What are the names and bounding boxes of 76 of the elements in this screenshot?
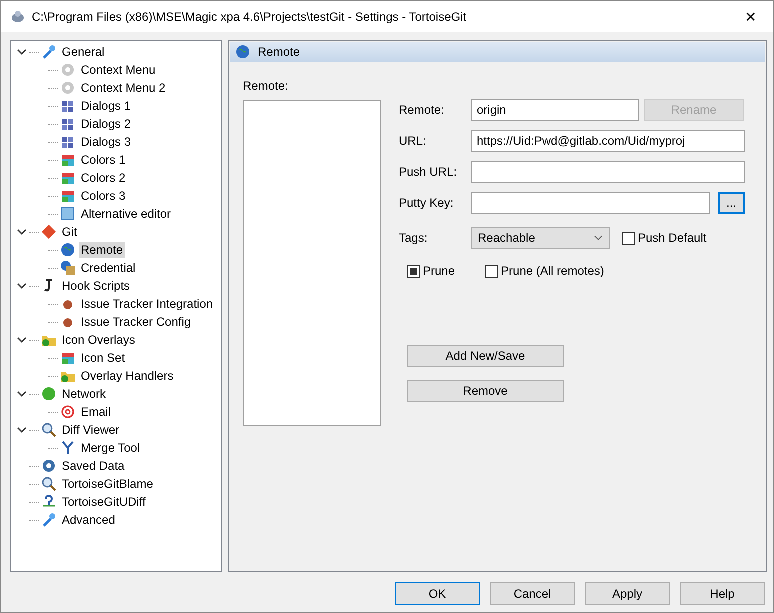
tree-item[interactable]: Context Menu 2 bbox=[79, 80, 168, 96]
checkbox[interactable] bbox=[485, 264, 498, 278]
browse-button[interactable]: ... bbox=[718, 192, 745, 214]
caret-icon bbox=[594, 235, 603, 241]
tree-item[interactable]: Issue Tracker Integration bbox=[79, 296, 216, 312]
colors-icon bbox=[60, 170, 76, 186]
collapse-chevron-icon[interactable] bbox=[17, 227, 27, 237]
dialog-button[interactable]: Help bbox=[680, 582, 765, 605]
checkbox-label: Prune (All remotes) bbox=[501, 264, 604, 278]
tree-item[interactable]: Email bbox=[79, 404, 114, 420]
tree-item[interactable]: TortoiseGitUDiff bbox=[60, 494, 148, 510]
tree-item[interactable]: Saved Data bbox=[60, 458, 127, 474]
tree-item[interactable]: General bbox=[60, 44, 107, 60]
windows-icon bbox=[60, 116, 76, 132]
url-label: URL: bbox=[399, 134, 428, 148]
magnifier-icon bbox=[41, 476, 57, 492]
tree-item[interactable]: Network bbox=[60, 386, 108, 402]
collapse-chevron-icon[interactable] bbox=[17, 281, 27, 291]
remote-label: Remote: bbox=[399, 103, 446, 117]
colors-icon bbox=[60, 188, 76, 204]
checkbox-label: Push Default bbox=[638, 231, 707, 245]
tree-item[interactable]: Git bbox=[60, 224, 80, 240]
remote-field[interactable]: origin bbox=[471, 99, 639, 121]
close-button[interactable]: ✕ bbox=[729, 2, 773, 32]
collapse-chevron-icon[interactable] bbox=[17, 335, 27, 345]
tree-item[interactable]: Merge Tool bbox=[79, 440, 142, 456]
checkbox[interactable] bbox=[622, 232, 635, 244]
tags-dropdown[interactable]: Reachable bbox=[471, 227, 610, 249]
remove-button[interactable]: Remove bbox=[407, 380, 564, 402]
tree-item[interactable]: Credential bbox=[79, 260, 138, 276]
push-url-label: Push URL: bbox=[399, 165, 458, 179]
tree-item[interactable]: Overlay Handlers bbox=[79, 368, 176, 384]
collapse-chevron-icon[interactable] bbox=[17, 47, 27, 57]
dialog-button[interactable]: OK bbox=[395, 582, 480, 605]
dialog-button[interactable]: Cancel bbox=[490, 582, 575, 605]
tags-label: Tags: bbox=[399, 231, 429, 245]
tree-item[interactable]: Colors 3 bbox=[79, 188, 128, 204]
tree-item[interactable]: Colors 2 bbox=[79, 170, 128, 186]
tree-item[interactable]: TortoiseGitBlame bbox=[60, 476, 156, 492]
collapse-chevron-icon[interactable] bbox=[17, 389, 27, 399]
colors-icon bbox=[60, 152, 76, 168]
magnifier-icon bbox=[41, 422, 57, 438]
checkbox[interactable] bbox=[407, 264, 420, 278]
push-url-field[interactable] bbox=[471, 161, 745, 183]
tree-item[interactable]: Remote bbox=[79, 242, 126, 258]
question-icon bbox=[41, 494, 57, 510]
checkbox-label: Prune bbox=[423, 264, 456, 278]
credential-icon bbox=[60, 260, 76, 276]
tree-item[interactable]: Hook Scripts bbox=[60, 278, 132, 294]
tree-item[interactable]: Context Menu bbox=[79, 62, 158, 78]
tree-item[interactable]: Diff Viewer bbox=[60, 422, 122, 438]
tree-item[interactable]: Advanced bbox=[60, 512, 118, 528]
collapse-chevron-icon[interactable] bbox=[17, 425, 27, 435]
url-field[interactable]: https://Uid:Pwd@gitlab.com/Uid/myproj bbox=[471, 130, 745, 152]
tree-item[interactable]: Colors 1 bbox=[79, 152, 128, 168]
wrench-icon bbox=[41, 44, 57, 60]
add-new-save-button[interactable]: Add New/Save bbox=[407, 345, 564, 367]
dialog-button[interactable]: Apply bbox=[585, 582, 670, 605]
colors-icon bbox=[60, 350, 76, 366]
tree-item[interactable]: Dialogs 1 bbox=[79, 98, 134, 114]
tree-item[interactable]: Dialogs 3 bbox=[79, 134, 134, 150]
putty-key-field[interactable] bbox=[471, 192, 710, 214]
merge-icon bbox=[60, 440, 76, 456]
page-title: Remote bbox=[258, 45, 300, 59]
remote-list[interactable] bbox=[243, 100, 381, 426]
windows-icon bbox=[60, 98, 76, 114]
tree-item[interactable]: Icon Set bbox=[79, 350, 128, 366]
remote-list-label: Remote: bbox=[243, 79, 290, 93]
tree-item[interactable]: Icon Overlays bbox=[60, 332, 138, 348]
tree-item[interactable]: Alternative editor bbox=[79, 206, 174, 222]
tree-item[interactable]: Issue Tracker Config bbox=[79, 314, 194, 330]
tree-item[interactable]: Dialogs 2 bbox=[79, 116, 134, 132]
putty-key-label: Putty Key: bbox=[399, 196, 455, 210]
windows-icon bbox=[60, 134, 76, 150]
wrench-icon bbox=[41, 512, 57, 528]
window-title: C:\Program Files (x86)\MSE\Magic xpa 4.6\Projects\testGit - Settings - TortoiseGit bbox=[32, 10, 468, 24]
